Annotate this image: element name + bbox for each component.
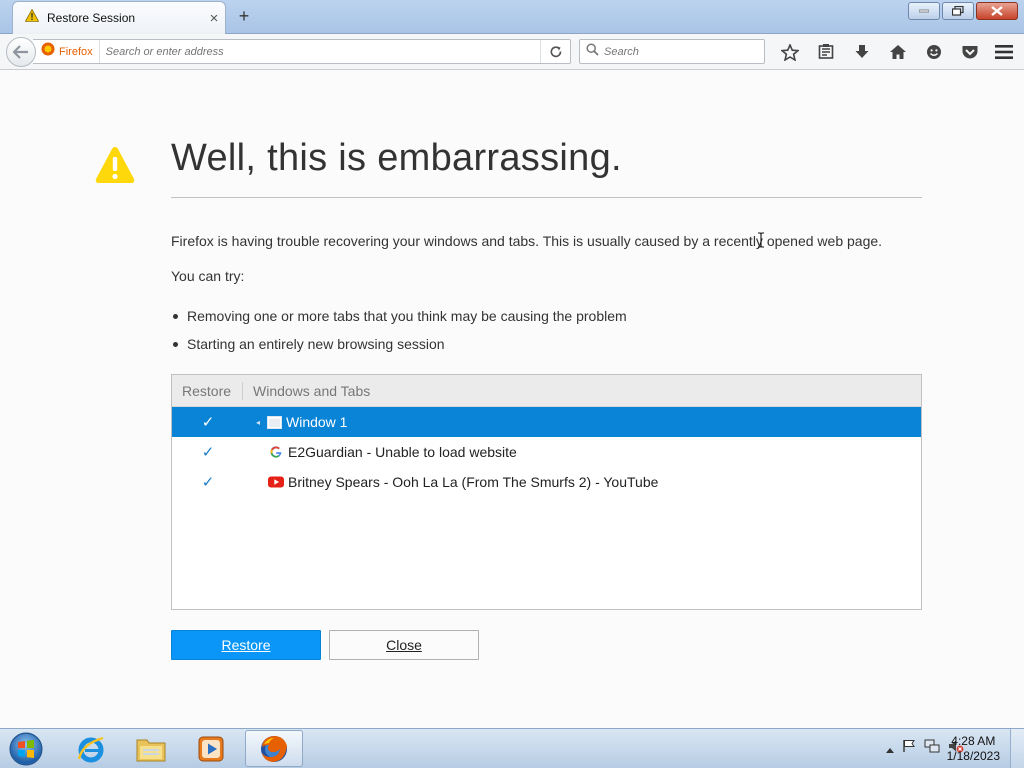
search-input[interactable] [604, 45, 754, 58]
suggestion-text: Removing one or more tabs that you think… [187, 308, 627, 324]
try-label: You can try: [171, 268, 245, 284]
suggestion-text: Starting an entirely new browsing sessio… [187, 336, 445, 352]
tab-restore-session[interactable]: Restore Session × [12, 1, 226, 34]
column-header-windows-tabs[interactable]: Windows and Tabs [243, 383, 370, 399]
start-button[interactable] [6, 731, 46, 767]
tab-title: Restore Session [47, 11, 136, 25]
tab-title-text: Britney Spears - Ooh La La (From The Smu… [288, 474, 659, 490]
restore-checkbox[interactable]: ✓ [172, 443, 244, 461]
tab-label: E2Guardian - Unable to load website [244, 444, 517, 460]
window-label: ◂ Window 1 [244, 414, 347, 430]
minimize-button[interactable] [908, 2, 940, 20]
suggestion-list: Removing one or more tabs that you think… [171, 302, 627, 358]
tab-close-icon[interactable]: × [203, 10, 225, 27]
file-explorer-icon[interactable] [122, 730, 180, 767]
network-icon[interactable] [924, 739, 940, 758]
suggestion-item: Removing one or more tabs that you think… [171, 302, 627, 330]
show-hidden-icons-icon[interactable] [886, 740, 894, 758]
url-bar[interactable]: Firefox [33, 39, 571, 64]
firefox-icon[interactable] [245, 730, 303, 767]
warning-icon [94, 145, 136, 190]
twisty-icon[interactable]: ◂ [256, 418, 266, 427]
bullet-icon [173, 313, 178, 319]
pocket-icon[interactable] [952, 39, 988, 65]
bookmark-star-icon[interactable] [772, 39, 808, 65]
restore-down-button[interactable] [942, 2, 974, 20]
title-divider [171, 197, 922, 198]
close-button[interactable]: Close [329, 630, 479, 660]
identity-label: Firefox [59, 45, 93, 58]
reload-icon[interactable] [540, 40, 570, 63]
firefox-identity-icon [41, 42, 55, 61]
window-title: Window 1 [286, 414, 348, 430]
tree-header: Restore Windows and Tabs [172, 375, 921, 407]
system-clock[interactable]: 4:28 AM 1/18/2023 [947, 734, 1000, 764]
clock-date: 1/18/2023 [946, 749, 1000, 763]
restore-checkbox[interactable]: ✓ [172, 413, 244, 431]
close-window-button[interactable] [976, 2, 1018, 20]
reading-list-icon[interactable] [808, 39, 844, 65]
text-cursor-icon [757, 232, 765, 251]
google-icon [268, 444, 284, 460]
tree-row-window[interactable]: ✓ ◂ Window 1 [172, 407, 921, 437]
warning-tab-icon [24, 8, 40, 27]
action-center-flag-icon[interactable] [902, 739, 916, 758]
home-icon[interactable] [880, 39, 916, 65]
hello-icon[interactable] [916, 39, 952, 65]
internet-explorer-icon[interactable] [62, 730, 120, 767]
clock-time: 4:28 AM [951, 734, 996, 748]
toolbar-icons [772, 39, 988, 65]
address-input[interactable] [99, 45, 540, 58]
nav-bar: Firefox [0, 34, 1024, 70]
taskbar: 4:28 AM 1/18/2023 [0, 728, 1024, 768]
window-controls [908, 2, 1018, 20]
new-tab-button[interactable]: + [234, 6, 254, 26]
bullet-icon [173, 341, 178, 347]
tree-row-tab[interactable]: ✓ Britney Spears - Ooh La La (From The S… [172, 467, 921, 497]
download-icon[interactable] [844, 39, 880, 65]
title-bar: Restore Session × + [0, 0, 1024, 34]
tree-row-tab[interactable]: ✓ E2Guardian - Unable to load website [172, 437, 921, 467]
page-title: Well, this is embarrassing. [171, 137, 622, 179]
back-button[interactable] [6, 37, 36, 67]
session-tree[interactable]: Restore Windows and Tabs ✓ ◂ Window 1 ✓ … [171, 374, 922, 610]
show-desktop-button[interactable] [1010, 729, 1024, 768]
error-message: Firefox is having trouble recovering you… [171, 233, 883, 249]
folder-icon [266, 414, 282, 430]
suggestion-item: Starting an entirely new browsing sessio… [171, 330, 627, 358]
tab-title-text: E2Guardian - Unable to load website [288, 444, 517, 460]
restore-checkbox[interactable]: ✓ [172, 473, 244, 491]
search-icon [586, 42, 599, 61]
hamburger-menu-icon[interactable] [990, 39, 1018, 65]
column-header-restore[interactable]: Restore [172, 381, 243, 400]
restore-session-page: Well, this is embarrassing. Firefox is h… [0, 71, 1024, 728]
tab-label: Britney Spears - Ooh La La (From The Smu… [244, 474, 658, 490]
restore-button[interactable]: Restore [171, 630, 321, 660]
media-player-icon[interactable] [182, 730, 240, 767]
youtube-icon [268, 474, 284, 490]
search-bar[interactable] [579, 39, 765, 64]
site-identity[interactable]: Firefox [33, 40, 100, 63]
